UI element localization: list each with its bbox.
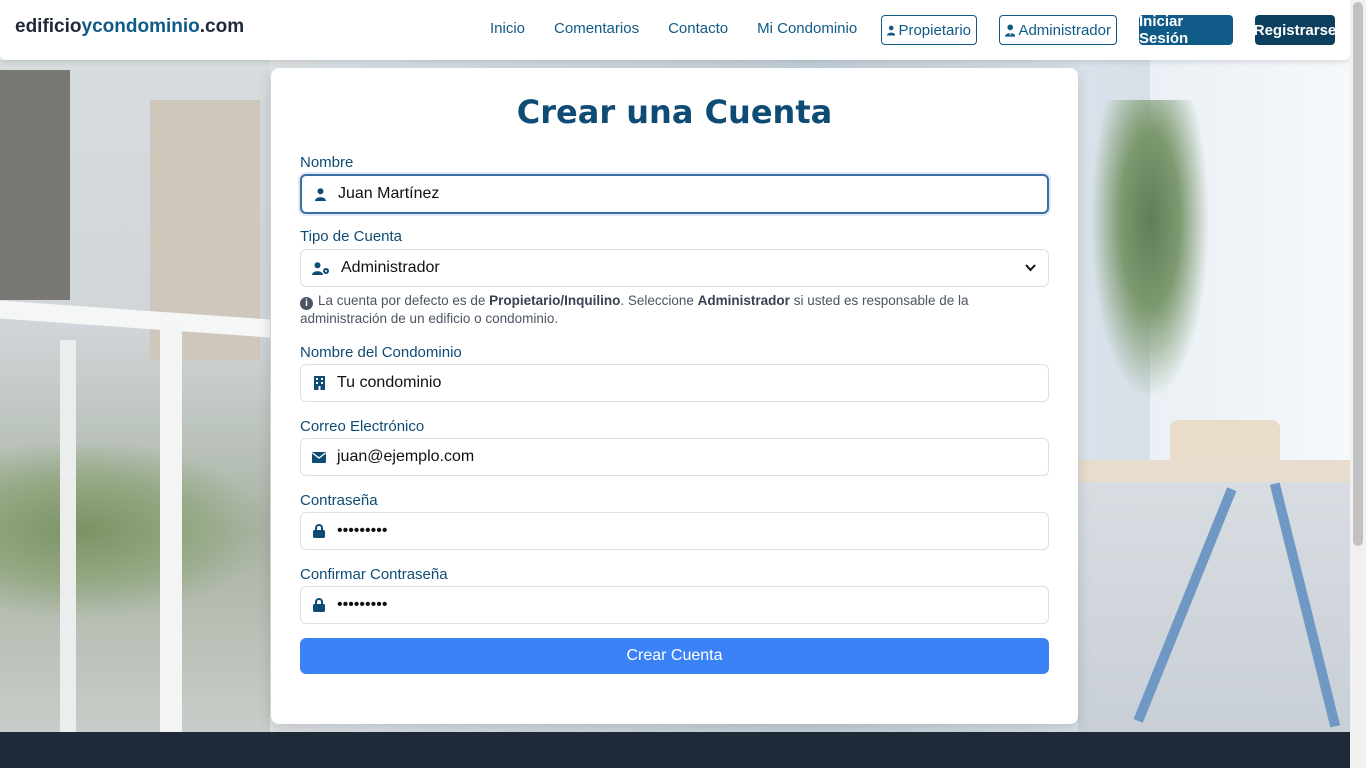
name-value: Juan Martínez (338, 185, 440, 202)
scrollbar-thumb[interactable] (1353, 2, 1363, 546)
condo-field[interactable]: Tu condominio (300, 364, 1049, 402)
nav-link-inicio[interactable]: Inicio (490, 20, 525, 37)
chevron-down-icon (1025, 261, 1036, 275)
password-field[interactable]: ••••••••• (300, 512, 1049, 550)
confirm-password-field[interactable]: ••••••••• (300, 586, 1049, 624)
account-type-label: Tipo de Cuenta (300, 228, 403, 245)
account-type-select[interactable]: Administrador (300, 249, 1049, 287)
nav-link-mi-condominio[interactable]: Mi Condominio (757, 20, 857, 37)
condo-value: Tu condominio (337, 374, 442, 391)
nav-link-comentarios[interactable]: Comentarios (554, 20, 639, 37)
administrador-button[interactable]: Administrador (999, 15, 1117, 45)
user-icon (887, 25, 896, 35)
account-type-value: Administrador (341, 259, 440, 276)
lock-icon (301, 598, 337, 612)
condo-label: Nombre del Condominio (300, 344, 462, 361)
register-button[interactable]: Registrarse (1254, 15, 1336, 45)
confirm-password-value: ••••••••• (337, 596, 388, 613)
nav-link-contacto[interactable]: Contacto (668, 20, 728, 37)
info-circle-icon: i (300, 297, 313, 310)
main-nav: Inicio Comentarios Contacto Mi Condomini… (490, 20, 886, 37)
page-scrollbar[interactable] (1350, 0, 1366, 768)
password-value: ••••••••• (337, 522, 388, 539)
site-logo[interactable]: edificioycondominio.com (15, 16, 244, 38)
email-field[interactable]: juan@ejemplo.com (300, 438, 1049, 476)
email-value: juan@ejemplo.com (337, 448, 475, 465)
login-button[interactable]: Iniciar Sesión (1139, 13, 1233, 47)
footer (0, 732, 1350, 768)
building-icon (301, 376, 337, 390)
name-label: Nombre (300, 154, 354, 171)
user-icon (302, 187, 338, 201)
name-field[interactable]: Juan Martínez (300, 174, 1049, 214)
register-card: Crear una Cuenta Nombre Juan Martínez Ti… (271, 68, 1078, 724)
envelope-icon (301, 451, 337, 463)
account-type-help: i La cuenta por defecto es de Propietario… (300, 293, 969, 326)
user-tie-icon (1005, 24, 1016, 37)
top-navbar: edificioycondominio.com Inicio Comentari… (0, 0, 1350, 60)
propietario-button[interactable]: Propietario (881, 15, 977, 45)
user-gear-icon (301, 261, 341, 275)
password-label: Contraseña (300, 492, 378, 509)
email-label: Correo Electrónico (300, 418, 425, 435)
create-account-button[interactable]: Crear Cuenta (300, 638, 1049, 674)
lock-icon (301, 524, 337, 538)
confirm-password-label: Confirmar Contraseña (300, 566, 448, 583)
page-title: Crear una Cuenta (516, 93, 833, 131)
